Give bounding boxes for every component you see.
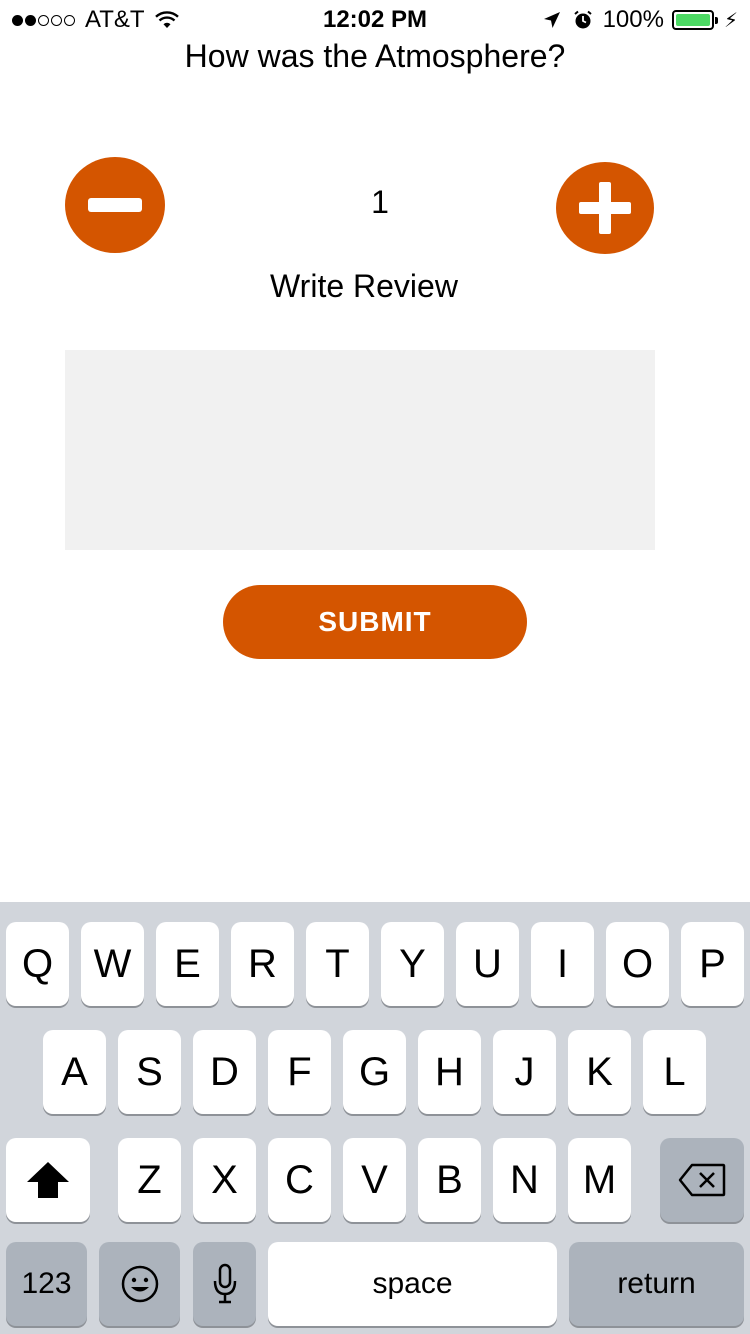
key-t[interactable]: T <box>306 922 369 1006</box>
key-d[interactable]: D <box>193 1030 256 1114</box>
key-j[interactable]: J <box>493 1030 556 1114</box>
submit-button[interactable]: SUBMIT <box>223 585 527 659</box>
key-m[interactable]: M <box>568 1138 631 1222</box>
delete-key[interactable] <box>660 1138 744 1222</box>
microphone-key[interactable] <box>193 1242 256 1326</box>
charging-bolt-icon: ⚡ <box>723 9 738 32</box>
increase-button[interactable] <box>556 162 654 254</box>
shift-key[interactable] <box>6 1138 90 1222</box>
emoji-key[interactable] <box>99 1242 180 1326</box>
key-k[interactable]: K <box>568 1030 631 1114</box>
key-n[interactable]: N <box>493 1138 556 1222</box>
key-z[interactable]: Z <box>118 1138 181 1222</box>
key-e[interactable]: E <box>156 922 219 1006</box>
key-l[interactable]: L <box>643 1030 706 1114</box>
shift-arrow-icon <box>27 1162 69 1198</box>
key-g[interactable]: G <box>343 1030 406 1114</box>
key-r[interactable]: R <box>231 922 294 1006</box>
key-h[interactable]: H <box>418 1030 481 1114</box>
write-review-label: Write Review <box>270 268 458 304</box>
key-v[interactable]: V <box>343 1138 406 1222</box>
status-right: 100% ⚡ <box>543 6 738 34</box>
key-w[interactable]: W <box>81 922 144 1006</box>
microphone-icon <box>213 1263 236 1304</box>
return-key[interactable]: return <box>569 1242 744 1326</box>
rating-value: 1 <box>371 184 389 220</box>
key-q[interactable]: Q <box>6 922 69 1006</box>
key-f[interactable]: F <box>268 1030 331 1114</box>
key-p[interactable]: P <box>681 922 744 1006</box>
key-i[interactable]: I <box>531 922 594 1006</box>
review-textarea[interactable] <box>65 350 655 550</box>
key-c[interactable]: C <box>268 1138 331 1222</box>
key-s[interactable]: S <box>118 1030 181 1114</box>
backspace-icon <box>678 1163 726 1197</box>
keyboard: Q W E R T Y U I O P A S D F G H J K L Z … <box>0 902 750 1334</box>
emoji-icon <box>121 1265 158 1303</box>
key-x[interactable]: X <box>193 1138 256 1222</box>
alarm-clock-icon <box>573 10 592 29</box>
decrease-button[interactable] <box>65 157 165 253</box>
numbers-key[interactable]: 123 <box>6 1242 87 1326</box>
battery-percent: 100% <box>602 6 664 33</box>
key-y[interactable]: Y <box>381 922 444 1006</box>
plus-icon <box>579 182 631 234</box>
question-title: How was the Atmosphere? <box>184 38 566 74</box>
key-o[interactable]: O <box>606 922 669 1006</box>
key-b[interactable]: B <box>418 1138 481 1222</box>
minus-icon <box>88 198 142 212</box>
location-arrow-icon <box>543 12 560 28</box>
space-key[interactable]: space <box>268 1242 557 1326</box>
key-a[interactable]: A <box>43 1030 106 1114</box>
key-u[interactable]: U <box>456 922 519 1006</box>
status-bar: AT&T 12:02 PM 100% ⚡ <box>0 0 750 40</box>
battery-icon <box>671 10 718 30</box>
